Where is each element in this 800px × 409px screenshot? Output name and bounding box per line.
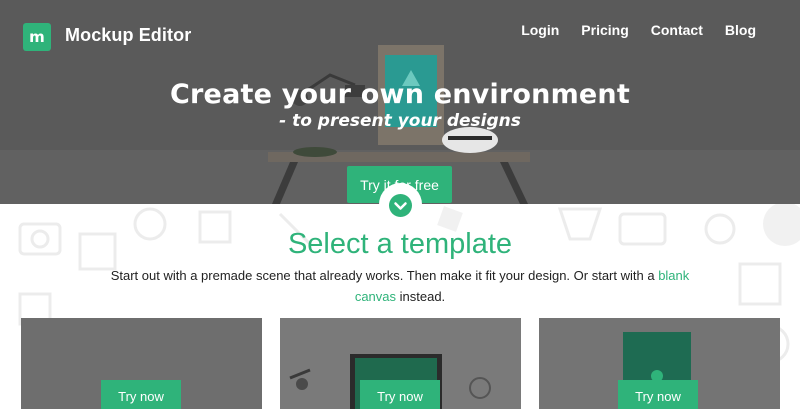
nav-link-pricing[interactable]: Pricing	[581, 22, 628, 38]
logo-icon[interactable]: m	[23, 23, 51, 51]
template-card-2[interactable]: Try now	[280, 318, 521, 409]
scroll-down-button[interactable]	[379, 183, 422, 226]
nav-link-login[interactable]: Login	[521, 22, 559, 38]
section-text-after: instead.	[396, 289, 446, 304]
brand-name[interactable]: Mockup Editor	[65, 25, 191, 46]
try-now-button-3[interactable]: Try now	[618, 380, 698, 409]
template-card-1[interactable]: Try now	[21, 318, 262, 409]
top-nav: m Mockup Editor Login Pricing Contact Bl…	[0, 0, 800, 70]
chevron-down-icon	[389, 194, 412, 217]
section-text-before: Start out with a premade scene that alre…	[110, 268, 659, 283]
nav-link-contact[interactable]: Contact	[651, 22, 703, 38]
nav-links: Login Pricing Contact Blog	[499, 22, 756, 38]
hero-title: Create your own environment	[170, 79, 630, 110]
try-now-button-2[interactable]: Try now	[360, 380, 440, 409]
template-card-3[interactable]: Try now	[539, 318, 780, 409]
hero-banner: m Mockup Editor Login Pricing Contact Bl…	[0, 0, 800, 204]
section-description: Start out with a premade scene that alre…	[90, 265, 710, 307]
section-title: Select a template	[287, 228, 513, 260]
try-now-button-1[interactable]: Try now	[101, 380, 181, 409]
nav-link-blog[interactable]: Blog	[725, 22, 756, 38]
hero-subtitle: - to present your designs	[279, 111, 521, 131]
